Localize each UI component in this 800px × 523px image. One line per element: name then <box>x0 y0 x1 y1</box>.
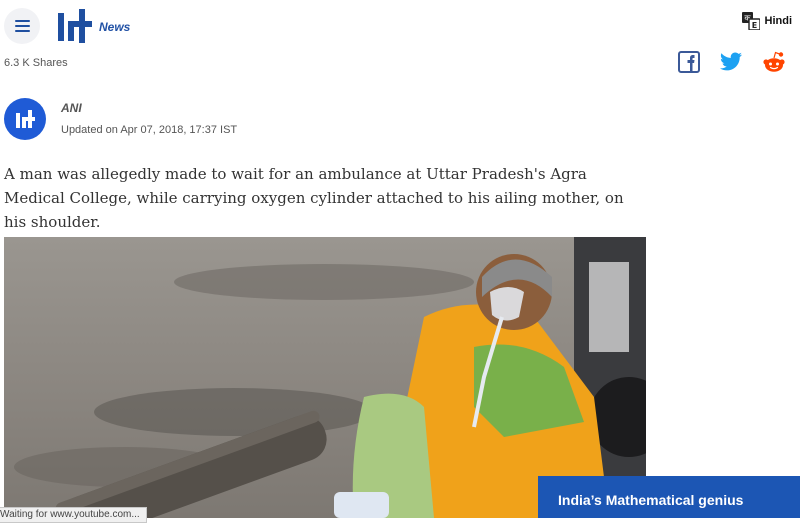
facebook-icon[interactable] <box>678 51 700 78</box>
author-avatar <box>4 98 46 140</box>
language-label: Hindi <box>764 15 793 27</box>
brand-logo[interactable] <box>55 9 93 43</box>
share-count: 6.3 K Shares <box>4 57 68 69</box>
menu-button[interactable] <box>4 8 40 44</box>
article-lede: A man was allegedly made to wait for an … <box>4 165 624 231</box>
brand-label[interactable]: News <box>99 20 130 34</box>
updated-timestamp: Updated on Apr 07, 2018, 17:37 IST <box>61 124 238 136</box>
reddit-icon[interactable] <box>762 51 786 78</box>
hamburger-icon <box>14 20 30 32</box>
twitter-icon[interactable] <box>719 52 743 77</box>
browser-status-bar: Waiting for www.youtube.com... <box>0 507 147 523</box>
language-icon: क E <box>741 12 760 30</box>
author-name[interactable]: ANI <box>61 101 82 115</box>
share-buttons <box>678 51 786 78</box>
language-switch[interactable]: क E Hindi <box>741 12 793 30</box>
promo-banner[interactable]: India’s Mathematical genius <box>538 476 800 518</box>
svg-text:E: E <box>751 21 756 30</box>
